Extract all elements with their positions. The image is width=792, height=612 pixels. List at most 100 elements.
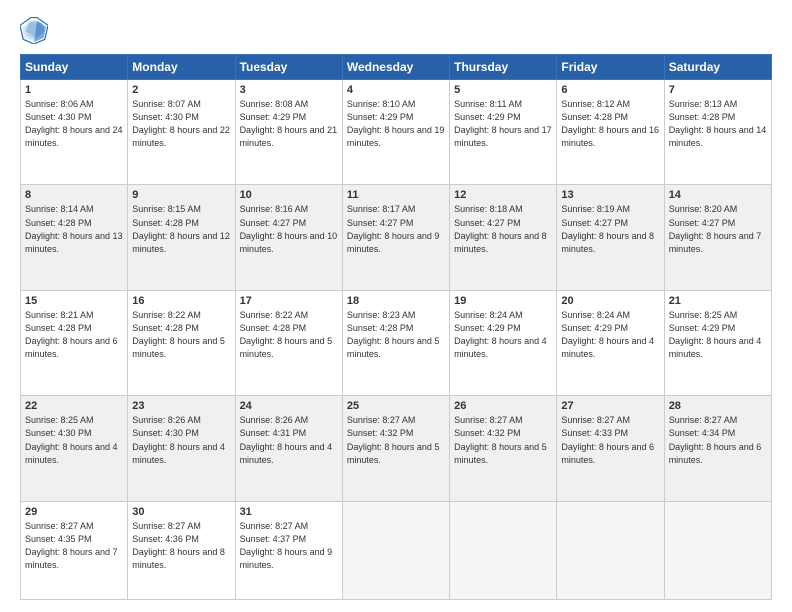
calendar-day-cell: 13Sunrise: 8:19 AMSunset: 4:27 PMDayligh… <box>557 185 664 290</box>
page: SundayMondayTuesdayWednesdayThursdayFrid… <box>0 0 792 612</box>
day-info: Sunrise: 8:24 AMSunset: 4:29 PMDaylight:… <box>561 309 659 361</box>
day-number: 21 <box>669 295 767 307</box>
day-number: 30 <box>132 506 230 518</box>
calendar-week-row: 22 Sunrise: 8:25 AMSunset: 4:30 PMDayligh… <box>21 396 772 501</box>
weekday-header-monday: Monday <box>128 55 235 80</box>
calendar-day-cell: 19 Sunrise: 8:24 AMSunset: 4:29 PMDayligh… <box>450 290 557 395</box>
calendar-day-cell: 17 Sunrise: 8:22 AMSunset: 4:28 PMDayligh… <box>235 290 342 395</box>
day-number: 13 <box>561 189 659 201</box>
calendar-day-cell: 20 Sunrise: 8:24 AMSunset: 4:29 PMDayligh… <box>557 290 664 395</box>
day-info: Sunrise: 8:15 AMSunset: 4:28 PMDaylight:… <box>132 203 230 255</box>
calendar-day-cell <box>664 501 771 599</box>
day-number: 20 <box>561 295 659 307</box>
day-info: Sunrise: 8:27 AMSunset: 4:32 PMDaylight:… <box>347 414 445 466</box>
day-info: Sunrise: 8:07 AMSunset: 4:30 PMDaylight:… <box>132 98 230 150</box>
day-number: 23 <box>132 400 230 412</box>
calendar-table: SundayMondayTuesdayWednesdayThursdayFrid… <box>20 54 772 600</box>
day-info: Sunrise: 8:13 AMSunset: 4:28 PMDaylight:… <box>669 98 767 150</box>
day-info: Sunrise: 8:27 AMSunset: 4:32 PMDaylight:… <box>454 414 552 466</box>
calendar-day-cell: 27 Sunrise: 8:27 AMSunset: 4:33 PMDayligh… <box>557 396 664 501</box>
day-info: Sunrise: 8:27 AMSunset: 4:35 PMDaylight:… <box>25 520 123 572</box>
day-info: Sunrise: 8:08 AMSunset: 4:29 PMDaylight:… <box>240 98 338 150</box>
day-number: 14 <box>669 189 767 201</box>
day-number: 29 <box>25 506 123 518</box>
day-number: 4 <box>347 84 445 96</box>
day-info: Sunrise: 8:14 AMSunset: 4:28 PMDaylight:… <box>25 203 123 255</box>
calendar-week-row: 15 Sunrise: 8:21 AMSunset: 4:28 PMDayligh… <box>21 290 772 395</box>
calendar-day-cell: 21 Sunrise: 8:25 AMSunset: 4:29 PMDayligh… <box>664 290 771 395</box>
day-info: Sunrise: 8:27 AMSunset: 4:34 PMDaylight:… <box>669 414 767 466</box>
day-number: 11 <box>347 189 445 201</box>
day-number: 9 <box>132 189 230 201</box>
day-info: Sunrise: 8:27 AMSunset: 4:36 PMDaylight:… <box>132 520 230 572</box>
calendar-day-cell: 12 Sunrise: 8:18 AMSunset: 4:27 PMDayligh… <box>450 185 557 290</box>
day-number: 19 <box>454 295 552 307</box>
day-number: 28 <box>669 400 767 412</box>
calendar-day-cell: 23 Sunrise: 8:26 AMSunset: 4:30 PMDayligh… <box>128 396 235 501</box>
calendar-day-cell <box>342 501 449 599</box>
logo <box>20 16 52 44</box>
calendar-day-cell: 29 Sunrise: 8:27 AMSunset: 4:35 PMDayligh… <box>21 501 128 599</box>
calendar-day-cell <box>557 501 664 599</box>
weekday-header-friday: Friday <box>557 55 664 80</box>
calendar-day-cell: 2Sunrise: 8:07 AMSunset: 4:30 PMDaylight… <box>128 80 235 185</box>
weekday-header-wednesday: Wednesday <box>342 55 449 80</box>
day-number: 25 <box>347 400 445 412</box>
calendar-day-cell: 10 Sunrise: 8:16 AMSunset: 4:27 PMDayligh… <box>235 185 342 290</box>
weekday-header-saturday: Saturday <box>664 55 771 80</box>
day-number: 17 <box>240 295 338 307</box>
day-number: 31 <box>240 506 338 518</box>
day-number: 26 <box>454 400 552 412</box>
calendar-day-cell: 24Sunrise: 8:26 AMSunset: 4:31 PMDayligh… <box>235 396 342 501</box>
day-number: 10 <box>240 189 338 201</box>
day-info: Sunrise: 8:25 AMSunset: 4:29 PMDaylight:… <box>669 309 767 361</box>
calendar-week-row: 29 Sunrise: 8:27 AMSunset: 4:35 PMDayligh… <box>21 501 772 599</box>
day-number: 16 <box>132 295 230 307</box>
day-info: Sunrise: 8:24 AMSunset: 4:29 PMDaylight:… <box>454 309 552 361</box>
day-info: Sunrise: 8:18 AMSunset: 4:27 PMDaylight:… <box>454 203 552 255</box>
calendar-day-cell: 4 Sunrise: 8:10 AMSunset: 4:29 PMDaylight… <box>342 80 449 185</box>
day-info: Sunrise: 8:26 AMSunset: 4:30 PMDaylight:… <box>132 414 230 466</box>
calendar-day-cell: 18 Sunrise: 8:23 AMSunset: 4:28 PMDayligh… <box>342 290 449 395</box>
day-number: 18 <box>347 295 445 307</box>
day-number: 8 <box>25 189 123 201</box>
calendar-day-cell <box>450 501 557 599</box>
day-number: 7 <box>669 84 767 96</box>
calendar-day-cell: 25 Sunrise: 8:27 AMSunset: 4:32 PMDayligh… <box>342 396 449 501</box>
day-info: Sunrise: 8:27 AMSunset: 4:33 PMDaylight:… <box>561 414 659 466</box>
day-info: Sunrise: 8:22 AMSunset: 4:28 PMDaylight:… <box>132 309 230 361</box>
day-number: 12 <box>454 189 552 201</box>
day-info: Sunrise: 8:16 AMSunset: 4:27 PMDaylight:… <box>240 203 338 255</box>
day-info: Sunrise: 8:27 AMSunset: 4:37 PMDaylight:… <box>240 520 338 572</box>
day-info: Sunrise: 8:26 AMSunset: 4:31 PMDaylight:… <box>240 414 338 466</box>
day-number: 1 <box>25 84 123 96</box>
calendar-day-cell: 9 Sunrise: 8:15 AMSunset: 4:28 PMDaylight… <box>128 185 235 290</box>
calendar-day-cell: 5 Sunrise: 8:11 AMSunset: 4:29 PMDaylight… <box>450 80 557 185</box>
generalblue-icon <box>20 16 48 44</box>
weekday-header-sunday: Sunday <box>21 55 128 80</box>
day-info: Sunrise: 8:22 AMSunset: 4:28 PMDaylight:… <box>240 309 338 361</box>
calendar-day-cell: 3 Sunrise: 8:08 AMSunset: 4:29 PMDaylight… <box>235 80 342 185</box>
calendar-day-cell: 15 Sunrise: 8:21 AMSunset: 4:28 PMDayligh… <box>21 290 128 395</box>
calendar-day-cell: 31 Sunrise: 8:27 AMSunset: 4:37 PMDayligh… <box>235 501 342 599</box>
day-info: Sunrise: 8:17 AMSunset: 4:27 PMDaylight:… <box>347 203 445 255</box>
day-number: 27 <box>561 400 659 412</box>
day-info: Sunrise: 8:23 AMSunset: 4:28 PMDaylight:… <box>347 309 445 361</box>
calendar-day-cell: 7 Sunrise: 8:13 AMSunset: 4:28 PMDaylight… <box>664 80 771 185</box>
day-info: Sunrise: 8:21 AMSunset: 4:28 PMDaylight:… <box>25 309 123 361</box>
day-number: 5 <box>454 84 552 96</box>
calendar-day-cell: 16 Sunrise: 8:22 AMSunset: 4:28 PMDayligh… <box>128 290 235 395</box>
day-number: 15 <box>25 295 123 307</box>
calendar-day-cell: 26 Sunrise: 8:27 AMSunset: 4:32 PMDayligh… <box>450 396 557 501</box>
day-number: 3 <box>240 84 338 96</box>
day-number: 22 <box>25 400 123 412</box>
calendar-day-cell: 11 Sunrise: 8:17 AMSunset: 4:27 PMDayligh… <box>342 185 449 290</box>
calendar-day-cell: 30 Sunrise: 8:27 AMSunset: 4:36 PMDayligh… <box>128 501 235 599</box>
calendar-week-row: 8 Sunrise: 8:14 AMSunset: 4:28 PMDaylight… <box>21 185 772 290</box>
day-info: Sunrise: 8:10 AMSunset: 4:29 PMDaylight:… <box>347 98 445 150</box>
calendar-day-cell: 14Sunrise: 8:20 AMSunset: 4:27 PMDayligh… <box>664 185 771 290</box>
day-info: Sunrise: 8:11 AMSunset: 4:29 PMDaylight:… <box>454 98 552 150</box>
calendar-day-cell: 8 Sunrise: 8:14 AMSunset: 4:28 PMDaylight… <box>21 185 128 290</box>
day-info: Sunrise: 8:25 AMSunset: 4:30 PMDaylight:… <box>25 414 123 466</box>
weekday-header-thursday: Thursday <box>450 55 557 80</box>
